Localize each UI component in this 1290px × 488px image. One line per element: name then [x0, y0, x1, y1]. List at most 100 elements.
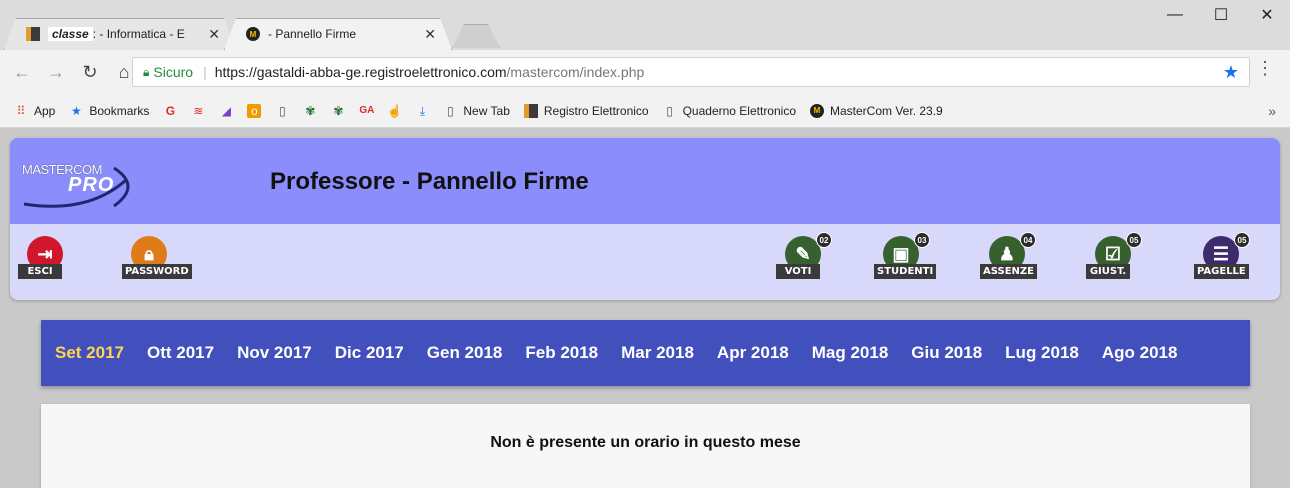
- badge: 05: [1234, 232, 1250, 248]
- flag-icon: ≋: [193, 103, 204, 118]
- bookmark-green[interactable]: ✾: [303, 104, 317, 118]
- mastercom-favicon-icon: M: [246, 27, 260, 41]
- month-tab[interactable]: Giu 2018: [911, 343, 982, 363]
- bookmark-quaderno[interactable]: ▯ Quaderno Elettronico: [663, 104, 796, 118]
- badge: 04: [1020, 232, 1036, 248]
- tool-label: GIUST.: [1086, 264, 1130, 279]
- ga-icon: GA: [359, 104, 375, 116]
- app-header: MASTERCOM PRO Professore - Pannello Firm…: [10, 138, 1280, 300]
- bookmark-bookmarks[interactable]: ★ Bookmarks: [69, 104, 149, 118]
- month-tab[interactable]: Lug 2018: [1005, 343, 1079, 363]
- forward-arrow-icon[interactable]: →: [44, 60, 68, 84]
- registro-icon: [523, 103, 538, 118]
- close-window-button[interactable]: ✕: [1244, 0, 1290, 30]
- tab-title: - Pannello Firme: [268, 27, 357, 41]
- tab-classe[interactable]: classe: - Informatica - E ✕: [4, 18, 236, 50]
- header-top: MASTERCOM PRO Professore - Pannello Firm…: [10, 138, 1280, 224]
- new-tab-button[interactable]: [452, 24, 500, 48]
- minimize-button[interactable]: —: [1152, 0, 1198, 30]
- month-tab[interactable]: Mag 2018: [812, 343, 889, 363]
- orange-square-icon: o: [247, 103, 262, 118]
- registro-favicon-icon: [26, 27, 40, 41]
- bookmarks-overflow-icon[interactable]: »: [1268, 103, 1276, 119]
- month-tab[interactable]: Gen 2018: [427, 343, 503, 363]
- download-icon: ⤓: [419, 103, 426, 118]
- tab-title-italic: classe: [48, 27, 93, 41]
- pagelle-button[interactable]: ☰ 05 PAGELLE: [1194, 232, 1254, 290]
- month-tab[interactable]: Ott 2017: [147, 343, 214, 363]
- bookmark-ga[interactable]: GA: [359, 104, 375, 118]
- mastercom-icon: M: [810, 103, 824, 118]
- bookmark-label: App: [34, 103, 56, 118]
- green-icon-2: ✾: [333, 103, 344, 118]
- maximize-button[interactable]: ☐: [1198, 0, 1244, 30]
- voti-button[interactable]: ✎ 02 VOTI: [776, 232, 836, 290]
- tab-pannello-firme[interactable]: M - Pannello Firme ✕: [224, 18, 452, 50]
- bookmark-download[interactable]: ⤓: [415, 104, 429, 118]
- bookmark-label: MasterCom Ver. 23.9: [830, 103, 943, 118]
- month-tab[interactable]: Dic 2017: [335, 343, 404, 363]
- tool-label: VOTI: [776, 264, 820, 279]
- page-title: Professore - Pannello Firme: [270, 168, 589, 195]
- bookmark-green-2[interactable]: ✾: [331, 104, 345, 118]
- bookmark-app[interactable]: ⠿ App: [14, 103, 56, 118]
- browser-titlebar: classe: - Informatica - E ✕ M - Pannello…: [0, 0, 1290, 50]
- page-content: MASTERCOM PRO Professore - Pannello Firm…: [0, 128, 1290, 488]
- bookmark-colored[interactable]: ◢: [219, 104, 233, 118]
- bookmark-google[interactable]: G: [163, 104, 177, 118]
- url-input[interactable]: 🔒︎ Sicuro | https://gastaldi-abba-ge.reg…: [132, 57, 1250, 87]
- giust-button[interactable]: ☑ 05 GIUST.: [1086, 232, 1146, 290]
- green-icon: ✾: [305, 103, 316, 118]
- apps-grid-icon: ⠿: [16, 103, 26, 118]
- colored-icon: ◢: [221, 103, 231, 118]
- tool-label: PASSWORD: [122, 264, 192, 279]
- assenze-button[interactable]: ♟ 04 ASSENZE: [980, 232, 1040, 290]
- month-tab[interactable]: Mar 2018: [621, 343, 694, 363]
- tab-close-icon[interactable]: ✕: [208, 26, 220, 43]
- window-controls: — ☐ ✕: [1152, 0, 1290, 30]
- empty-message: Non è presente un orario in questo mese: [490, 434, 801, 451]
- password-button[interactable]: 🔒︎ PASSWORD: [122, 236, 192, 290]
- tab-title-rest: : - Informatica - E: [92, 27, 185, 41]
- star-icon: ★: [70, 103, 82, 118]
- address-bar: ← → ↻ ⌂ 🔒︎ Sicuro | https://gastaldi-abb…: [0, 50, 1290, 94]
- bookmark-mastercom[interactable]: M MasterCom Ver. 23.9: [810, 103, 943, 118]
- bookmark-star-icon[interactable]: ★: [1223, 62, 1239, 83]
- hand-icon: ☝: [387, 103, 403, 118]
- month-tab[interactable]: Nov 2017: [237, 343, 312, 363]
- tab-close-icon[interactable]: ✕: [424, 26, 436, 43]
- back-arrow-icon[interactable]: ←: [10, 60, 34, 84]
- bookmark-new-tab[interactable]: ▯ New Tab: [443, 104, 510, 118]
- badge: 03: [914, 232, 930, 248]
- studenti-button[interactable]: ▣ 03 STUDENTI: [874, 232, 937, 290]
- tool-label: STUDENTI: [874, 264, 937, 279]
- month-tab[interactable]: Feb 2018: [525, 343, 598, 363]
- badge: 05: [1126, 232, 1142, 248]
- secure-label: Sicuro: [153, 64, 194, 80]
- reload-icon[interactable]: ↻: [78, 60, 102, 84]
- bookmark-hand[interactable]: ☝: [387, 103, 403, 118]
- month-tabs: Set 2017 Ott 2017 Nov 2017 Dic 2017 Gen 2018…: [41, 320, 1250, 386]
- bookmark-registro[interactable]: Registro Elettronico: [523, 103, 649, 118]
- tab-title: classe: - Informatica - E: [48, 27, 188, 41]
- tab-content: M - Pannello Firme ✕: [224, 26, 452, 43]
- logo-pro: PRO: [68, 174, 115, 196]
- month-tab[interactable]: Set 2017: [55, 343, 124, 363]
- bookmark-page[interactable]: ▯: [275, 104, 289, 118]
- month-tab[interactable]: Ago 2018: [1102, 343, 1178, 363]
- bookmark-flag[interactable]: ≋: [191, 104, 205, 118]
- bookmark-label: Registro Elettronico: [543, 103, 649, 118]
- browser-menu-icon[interactable]: ⋮: [1256, 59, 1274, 77]
- page-icon: ▯: [279, 103, 286, 118]
- tab-content: classe: - Informatica - E ✕: [4, 26, 236, 43]
- esci-button[interactable]: ⇥ ESCI: [18, 236, 78, 290]
- month-tab[interactable]: Apr 2018: [717, 343, 789, 363]
- badge: 02: [816, 232, 832, 248]
- bookmark-orange[interactable]: o: [247, 103, 262, 118]
- tool-label: ASSENZE: [980, 264, 1037, 279]
- google-icon: G: [165, 103, 176, 118]
- tool-label: ESCI: [18, 264, 62, 279]
- lock-icon: 🔒︎: [143, 64, 150, 79]
- page-icon: ▯: [666, 103, 673, 118]
- url-path: /mastercom/index.php: [506, 64, 645, 80]
